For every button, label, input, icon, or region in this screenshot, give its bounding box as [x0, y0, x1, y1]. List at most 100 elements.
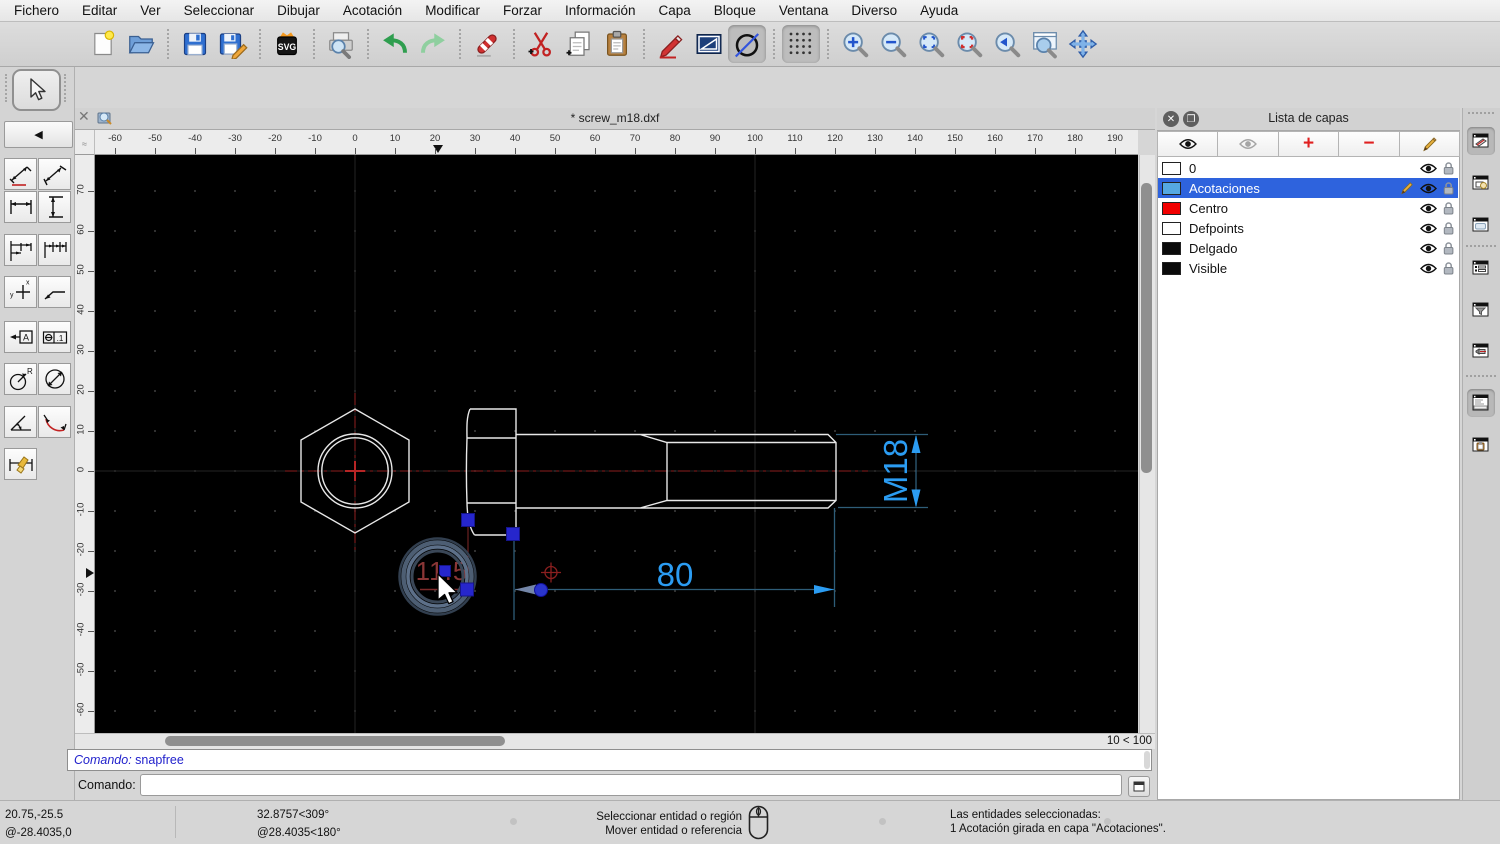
layer-color-swatch[interactable]	[1162, 201, 1181, 215]
show-all-layers-icon[interactable]	[1157, 131, 1219, 157]
layer-visibility-icon[interactable]	[1420, 243, 1437, 254]
save-icon[interactable]	[176, 25, 214, 63]
layer-lock-icon[interactable]	[1443, 241, 1454, 255]
open-file-icon[interactable]	[122, 25, 160, 63]
menu-item-editar[interactable]: Editar	[82, 3, 117, 18]
zoom-in-icon[interactable]	[836, 25, 874, 63]
dock-block-list-icon[interactable]	[1467, 169, 1495, 197]
dim-diametric-button[interactable]	[38, 363, 71, 395]
redo-icon[interactable]	[414, 25, 452, 63]
grid-toggle-icon[interactable]	[782, 25, 820, 63]
back-button[interactable]: ◀	[4, 121, 73, 148]
dock-command-line-icon[interactable]	[1467, 389, 1495, 417]
layer-visibility-icon[interactable]	[1420, 263, 1437, 274]
menu-item-seleccionar[interactable]: Seleccionar	[184, 3, 255, 18]
zoom-selected-icon[interactable]	[950, 25, 988, 63]
layer-row-delgado[interactable]: Delgado	[1158, 238, 1458, 258]
command-history[interactable]: Comando: snapfree	[67, 749, 1152, 771]
cut-icon[interactable]	[522, 25, 560, 63]
menu-item-capa[interactable]: Capa	[659, 3, 691, 18]
dimension-grip-handle[interactable]	[534, 583, 548, 597]
layer-row-defpoints[interactable]: Defpoints	[1158, 218, 1458, 238]
dim-angular-button[interactable]	[4, 406, 37, 438]
snap-free-icon[interactable]	[728, 25, 766, 63]
dim-continue-button[interactable]	[38, 234, 71, 266]
cursor-arrow-icon	[29, 78, 46, 101]
menu-item-modificar[interactable]: Modificar	[425, 3, 480, 18]
dim-aligned-button[interactable]	[4, 158, 37, 190]
zoom-auto-icon[interactable]	[912, 25, 950, 63]
layer-lock-icon[interactable]	[1443, 201, 1454, 215]
edit-layer-icon[interactable]	[1399, 131, 1461, 157]
dim-vertical-button[interactable]	[38, 191, 71, 223]
add-layer-icon[interactable]: +	[1278, 131, 1340, 157]
dim-leader-button[interactable]	[38, 276, 71, 308]
menu-item-diverso[interactable]: Diverso	[851, 3, 897, 18]
drawing-canvas[interactable]: M18 80 11.5	[95, 155, 1138, 733]
remove-layer-icon[interactable]: −	[1339, 131, 1400, 157]
dim-radial-button[interactable]: R	[4, 363, 37, 395]
paste-icon[interactable]	[598, 25, 636, 63]
dock-layer-list-icon[interactable]	[1467, 127, 1495, 155]
command-history-scrollbar[interactable]	[1144, 751, 1150, 769]
menu-item-ayuda[interactable]: Ayuda	[920, 3, 958, 18]
print-preview-icon[interactable]	[322, 25, 360, 63]
new-file-icon[interactable]	[84, 25, 122, 63]
layer-row-visible[interactable]: Visible	[1158, 258, 1458, 278]
layer-lock-icon[interactable]	[1443, 261, 1454, 275]
horizontal-scrollbar-thumb[interactable]	[165, 736, 505, 746]
dock-entity-filter-icon[interactable]	[1467, 296, 1495, 324]
dock-clipboard-icon[interactable]	[1467, 431, 1495, 459]
layer-visibility-icon[interactable]	[1420, 203, 1437, 214]
dock-named-views-icon[interactable]	[1467, 337, 1495, 365]
menu-item-ventana[interactable]: Ventana	[779, 3, 829, 18]
delete-entities-icon[interactable]	[468, 25, 506, 63]
menu-item-dibujar[interactable]: Dibujar	[277, 3, 320, 18]
dim-linear-button[interactable]	[38, 158, 71, 190]
command-options-button[interactable]	[1128, 776, 1150, 797]
zoom-out-icon[interactable]	[874, 25, 912, 63]
layer-color-swatch[interactable]	[1162, 181, 1181, 195]
dock-library-browser-icon[interactable]	[1467, 211, 1495, 239]
menu-item-forzar[interactable]: Forzar	[503, 3, 542, 18]
dim-baseline-button[interactable]	[4, 234, 37, 266]
zoom-window-icon[interactable]	[1026, 25, 1064, 63]
menu-item-acotación[interactable]: Acotación	[343, 3, 402, 18]
layer-visibility-icon[interactable]	[1420, 163, 1437, 174]
layer-color-swatch[interactable]	[1162, 221, 1181, 235]
dim-tolerance-button[interactable]: .1	[38, 321, 71, 353]
menu-item-información[interactable]: Información	[565, 3, 636, 18]
undo-icon[interactable]	[376, 25, 414, 63]
layer-row-0[interactable]: 0	[1158, 158, 1458, 178]
layer-color-swatch[interactable]	[1162, 261, 1181, 275]
dim-arc-button[interactable]	[38, 406, 71, 438]
layer-color-swatch[interactable]	[1162, 241, 1181, 255]
layer-color-swatch[interactable]	[1162, 161, 1181, 175]
dock-layer-list-full-icon[interactable]	[1467, 254, 1495, 282]
zoom-previous-icon[interactable]	[988, 25, 1026, 63]
draw-pencil-icon[interactable]	[652, 25, 690, 63]
layer-lock-icon[interactable]	[1443, 181, 1454, 195]
dim-horizontal-button[interactable]	[4, 191, 37, 223]
menu-item-bloque[interactable]: Bloque	[714, 3, 756, 18]
command-input[interactable]	[140, 774, 1122, 796]
hide-all-layers-icon[interactable]	[1218, 131, 1279, 157]
layer-lock-icon[interactable]	[1443, 161, 1454, 175]
dim-label-button[interactable]: A	[4, 321, 37, 353]
menu-item-ver[interactable]: Ver	[140, 3, 160, 18]
menu-item-fichero[interactable]: Fichero	[14, 3, 59, 18]
copy-icon[interactable]	[560, 25, 598, 63]
selection-pointer-button[interactable]	[12, 69, 61, 111]
layer-visibility-icon[interactable]	[1420, 223, 1437, 234]
dim-ordinate-button[interactable]: xy	[4, 276, 37, 308]
layer-row-acotaciones[interactable]: Acotaciones	[1158, 178, 1458, 198]
vertical-scrollbar-thumb[interactable]	[1141, 183, 1152, 473]
export-svg-icon[interactable]: SVG	[268, 25, 306, 63]
layer-visibility-icon[interactable]	[1420, 183, 1437, 194]
layer-row-centro[interactable]: Centro	[1158, 198, 1458, 218]
pan-icon[interactable]	[1064, 25, 1102, 63]
save-as-icon[interactable]	[214, 25, 252, 63]
dim-regenerate-button[interactable]	[4, 448, 37, 480]
line-attributes-icon[interactable]	[690, 25, 728, 63]
layer-lock-icon[interactable]	[1443, 221, 1454, 235]
